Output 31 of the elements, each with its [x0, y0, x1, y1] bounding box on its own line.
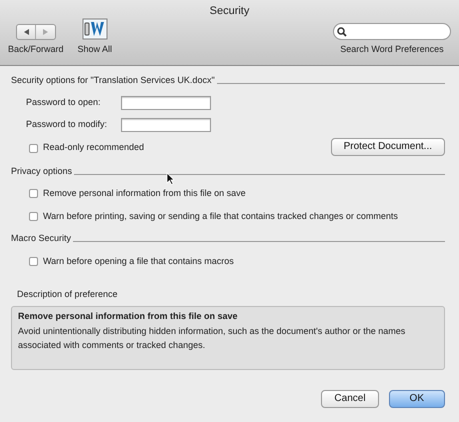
checkbox-label: Warn before opening a file that contains macros [43, 254, 234, 268]
search-field[interactable] [333, 23, 451, 40]
field-label: Password to open: [26, 96, 102, 109]
password-field[interactable] [121, 118, 211, 132]
right-triangle-icon [43, 29, 48, 35]
search-icon [337, 26, 347, 36]
checkbox[interactable] [29, 256, 38, 266]
show-all-label: Show All [78, 43, 112, 56]
password-field[interactable] [121, 96, 211, 110]
word-icon[interactable] [82, 18, 108, 40]
description-title: Remove personal information from this file on save [18, 310, 239, 323]
section-heading: Privacy options [11, 164, 72, 178]
search-label: Search Word Preferences [340, 43, 444, 56]
checkbox-label: Warn before printing, saving or sending a file that contains tracked changes or comments [43, 210, 398, 223]
checkbox-label: Remove personal information from this file on save [43, 187, 246, 200]
ok-button[interactable]: OK [388, 390, 445, 408]
section-heading: Description of preference [16, 288, 119, 301]
checkbox-label: Read-only recommended [43, 141, 144, 154]
section-heading: Security options for "Translation Services UK.docx" [11, 74, 215, 87]
left-triangle-icon [24, 29, 29, 35]
checkbox[interactable] [29, 189, 38, 198]
description-text: Avoid unintentionally distributing hidden information, such as the document's author or the names associated with comments or tracked changes. [18, 325, 406, 352]
checkbox[interactable] [29, 144, 38, 152]
cancel-button[interactable]: Cancel [321, 390, 379, 408]
cursor-icon [166, 172, 175, 185]
checkbox[interactable] [29, 212, 38, 221]
protect-document-button[interactable]: Protect Document... [330, 138, 445, 156]
window-title: Security [208, 4, 250, 18]
back-forward-label: Back/Forward [8, 43, 64, 56]
section-heading: Macro Security [11, 232, 72, 245]
field-label: Password to modify: [26, 118, 108, 131]
